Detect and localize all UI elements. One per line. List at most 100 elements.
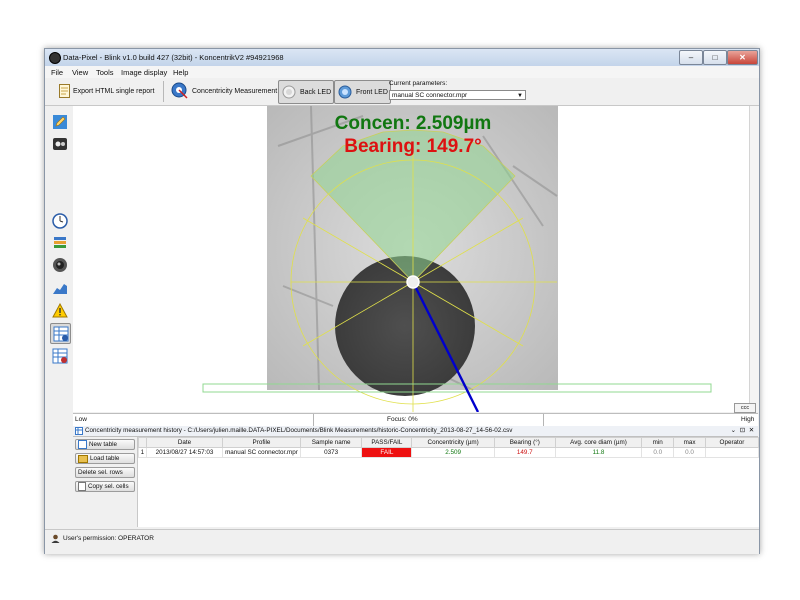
chevron-down-icon: ▼ — [517, 93, 523, 99]
new-table-label: New table — [89, 441, 118, 448]
camera-icon — [52, 257, 67, 272]
menu-help[interactable]: Help — [173, 68, 188, 77]
cell-profile[interactable]: manual SC connector.mpr — [222, 447, 301, 458]
user-icon — [51, 534, 60, 543]
menu-tools[interactable]: Tools — [96, 68, 114, 77]
app-window: Data-Pixel - Blink v1.0 build 427 (32bit… — [44, 48, 760, 554]
history-table: Date Profile Sample name PASS/FAIL Conce… — [138, 437, 760, 458]
export-html-button[interactable]: Export HTML single report — [59, 80, 154, 102]
status-bar: User's permission: OPERATOR — [45, 529, 759, 554]
chart-button[interactable] — [50, 278, 69, 297]
menu-bar: File View Tools Image display Help — [45, 66, 759, 78]
table-button[interactable] — [50, 323, 71, 344]
focus-bar: Low Focus: 0% ccc High — [73, 403, 758, 427]
back-led-icon — [282, 85, 296, 99]
sidebar — [45, 106, 73, 406]
focus-high-label: High — [741, 416, 755, 423]
fiber-image: Concen: 2.509µm Bearing: 149.7° — [202, 105, 712, 413]
current-parameters-label: Current parameters: — [389, 80, 448, 87]
current-parameters-value: manual SC connector.mpr — [392, 92, 468, 99]
video-button[interactable] — [50, 134, 69, 153]
clock-icon — [51, 212, 68, 229]
window-title: Data-Pixel - Blink v1.0 build 427 (32bit… — [63, 53, 284, 62]
focus-low-label: Low — [75, 416, 87, 423]
cell-date[interactable]: 2013/08/27 14:57:03 — [145, 447, 224, 458]
column-header[interactable] — [138, 437, 147, 448]
concentricity-icon — [171, 82, 188, 99]
user-permission: User's permission: OPERATOR — [63, 535, 154, 542]
toolbar-separator — [163, 81, 164, 102]
warning-button[interactable] — [50, 301, 69, 320]
copy-icon — [78, 482, 86, 491]
copy-cells-label: Copy sel. cells — [88, 483, 129, 490]
focus-divider — [313, 414, 314, 426]
cell-operator[interactable] — [704, 447, 760, 458]
new-table-button[interactable]: New table — [75, 439, 135, 450]
cell-bearing[interactable]: 149.7 — [493, 447, 556, 458]
focus-divider — [543, 414, 544, 426]
cell-pass-fail[interactable]: FAIL — [361, 447, 413, 458]
menu-file[interactable]: File — [51, 68, 63, 77]
cell-max[interactable]: 0.0 — [673, 447, 706, 458]
front-led-icon — [338, 85, 352, 99]
camera-button[interactable] — [50, 255, 69, 274]
load-table-label: Load table — [90, 455, 120, 462]
column-header-bearing[interactable]: Bearing (°) — [493, 437, 556, 448]
column-header-pass-fail[interactable]: PASS/FAIL — [361, 437, 413, 448]
title-bar: Data-Pixel - Blink v1.0 build 427 (32bit… — [45, 49, 759, 66]
chart-icon — [52, 283, 67, 294]
history-panel-header: Concentricity measurement history - C:/U… — [73, 426, 758, 437]
cell-min[interactable]: 0.0 — [641, 447, 675, 458]
table-settings-icon — [52, 348, 67, 363]
cell-avg-core[interactable]: 11.8 — [554, 447, 643, 458]
column-header-sample-name[interactable]: Sample name — [299, 437, 363, 448]
warning-icon — [51, 302, 68, 317]
panel-dock-controls[interactable]: ⌄ ⊡ ✕ — [731, 426, 755, 436]
delete-rows-button[interactable]: Delete sel. rows — [75, 467, 135, 478]
back-led-button[interactable]: Back LED — [278, 80, 335, 104]
table-settings-button[interactable] — [50, 346, 69, 365]
concentricity-label: Concentricity Measurement — [192, 87, 278, 95]
front-led-label: Front LED — [356, 88, 388, 96]
cell-concentricity[interactable]: 2.509 — [411, 447, 495, 458]
stack-button[interactable] — [50, 233, 69, 252]
menu-image-display[interactable]: Image display — [121, 68, 167, 77]
video-icon — [52, 137, 67, 150]
column-header-min[interactable]: min — [641, 437, 675, 448]
maximize-button[interactable]: □ — [703, 50, 727, 65]
history-table-icon — [75, 427, 83, 435]
history-table-area: Date Profile Sample name PASS/FAIL Conce… — [137, 437, 760, 527]
column-header-profile[interactable]: Profile — [222, 437, 301, 448]
delete-rows-label: Delete sel. rows — [78, 469, 123, 476]
image-view[interactable]: Concen: 2.509µm Bearing: 149.7° — [73, 105, 749, 413]
concen-label: Concen: 2.509µm — [335, 113, 492, 134]
column-header-max[interactable]: max — [673, 437, 706, 448]
bearing-label: Bearing: 149.7° — [344, 136, 482, 157]
column-header-avg-core[interactable]: Avg. core diam (µm) — [554, 437, 643, 448]
menu-view[interactable]: View — [72, 68, 88, 77]
copy-cells-button[interactable]: Copy sel. cells — [75, 481, 135, 492]
minimize-button[interactable]: – — [679, 50, 703, 65]
front-led-button[interactable]: Front LED — [334, 80, 391, 104]
export-html-label: Export HTML single report — [73, 87, 155, 95]
ccc-button[interactable]: ccc — [734, 403, 756, 413]
new-table-icon — [78, 440, 87, 449]
close-button[interactable]: ✕ — [727, 50, 758, 65]
clock-button[interactable] — [50, 211, 69, 230]
column-header-concentricity[interactable]: Concentricity (µm) — [411, 437, 495, 448]
current-parameters-select[interactable]: manual SC connector.mpr ▼ — [389, 90, 526, 100]
pencil-button[interactable] — [50, 112, 69, 131]
history-actions: New table Load table Delete sel. rows Co… — [73, 437, 137, 527]
stack-icon — [53, 236, 66, 248]
load-table-button[interactable]: Load table — [75, 453, 135, 464]
concentricity-measurement-button[interactable]: Concentricity Measurement — [171, 80, 277, 102]
image-scrollbar[interactable] — [749, 106, 759, 412]
cell-sample-name[interactable]: 0373 — [299, 447, 363, 458]
pencil-icon — [52, 114, 67, 129]
row-index: 1 — [138, 447, 147, 458]
table-header-row: Date Profile Sample name PASS/FAIL Conce… — [138, 437, 760, 448]
column-header-operator[interactable]: Operator — [704, 437, 760, 448]
table-row[interactable]: 1 2013/08/27 14:57:03 manual SC connecto… — [138, 447, 760, 458]
column-header-date[interactable]: Date — [145, 437, 224, 448]
app-logo-icon — [49, 52, 61, 64]
